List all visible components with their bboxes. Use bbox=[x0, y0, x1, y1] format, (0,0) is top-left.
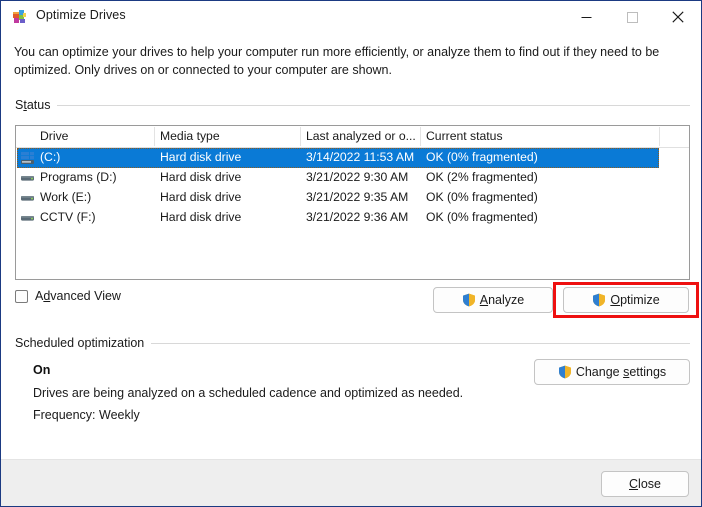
scheduled-state: On bbox=[33, 363, 51, 377]
cell-current-status: OK (0% fragmented) bbox=[426, 210, 538, 224]
cell-drive: (C:) bbox=[40, 150, 61, 164]
drives-list[interactable]: Drive Media type Last analyzed or o... C… bbox=[15, 125, 690, 280]
shield-icon bbox=[558, 365, 572, 379]
hard-disk-icon bbox=[20, 191, 36, 205]
change-settings-label: Change settings bbox=[575, 365, 667, 379]
status-group-label: Status bbox=[15, 98, 58, 112]
column-header-media-type[interactable]: Media type bbox=[160, 129, 220, 143]
window-title: Optimize Drives bbox=[36, 8, 126, 22]
minimize-icon bbox=[581, 12, 592, 23]
optimize-drives-icon bbox=[12, 9, 29, 26]
title-bar: Optimize Drives bbox=[1, 1, 701, 33]
table-row[interactable]: Programs (D:) Hard disk drive 3/21/2022 … bbox=[16, 168, 689, 188]
close-button[interactable]: Close bbox=[601, 471, 689, 497]
cell-current-status: OK (2% fragmented) bbox=[426, 170, 538, 184]
table-row[interactable]: (C:) Hard disk drive 3/14/2022 11:53 AM … bbox=[16, 148, 689, 168]
change-settings-button[interactable]: Change settings bbox=[534, 359, 690, 385]
cell-drive: Work (E:) bbox=[40, 190, 92, 204]
column-header-current-status[interactable]: Current status bbox=[426, 129, 503, 143]
cell-media-type: Hard disk drive bbox=[160, 150, 242, 164]
close-button-label: Close bbox=[629, 477, 661, 491]
cell-last-analyzed: 3/14/2022 11:53 AM bbox=[306, 150, 415, 164]
scheduled-frequency: Frequency: Weekly bbox=[33, 408, 140, 422]
advanced-view-checkbox[interactable]: Advanced View bbox=[15, 289, 121, 303]
status-group-divider bbox=[15, 105, 690, 106]
table-row[interactable]: Work (E:) Hard disk drive 3/21/2022 9:35… bbox=[16, 188, 689, 208]
close-window-button[interactable] bbox=[655, 1, 701, 33]
cell-media-type: Hard disk drive bbox=[160, 170, 242, 184]
close-icon bbox=[672, 11, 684, 23]
analyze-button-label: Analyze bbox=[479, 293, 525, 307]
system-drive-icon bbox=[20, 151, 36, 165]
cell-last-analyzed: 3/21/2022 9:35 AM bbox=[306, 190, 409, 204]
scheduled-group-label: Scheduled optimization bbox=[15, 336, 152, 350]
column-header-last-analyzed[interactable]: Last analyzed or o... bbox=[306, 129, 416, 143]
optimize-drives-window: Optimize Drives You can optimize your dr… bbox=[0, 0, 702, 507]
table-row[interactable]: CCTV (F:) Hard disk drive 3/21/2022 9:36… bbox=[16, 208, 689, 228]
hard-disk-icon bbox=[20, 211, 36, 225]
advanced-view-label: Advanced View bbox=[35, 289, 121, 303]
minimize-button[interactable] bbox=[563, 1, 609, 33]
cell-last-analyzed: 3/21/2022 9:30 AM bbox=[306, 170, 409, 184]
dialog-footer bbox=[1, 459, 701, 506]
cell-current-status: OK (0% fragmented) bbox=[426, 190, 538, 204]
optimize-button[interactable]: Optimize bbox=[563, 287, 689, 313]
cell-media-type: Hard disk drive bbox=[160, 190, 242, 204]
cell-media-type: Hard disk drive bbox=[160, 210, 242, 224]
maximize-button[interactable] bbox=[609, 1, 655, 33]
intro-text: You can optimize your drives to help you… bbox=[14, 45, 660, 77]
optimize-button-label: Optimize bbox=[610, 293, 660, 307]
shield-icon bbox=[592, 293, 606, 307]
scheduled-description: Drives are being analyzed on a scheduled… bbox=[33, 386, 464, 400]
checkbox-box[interactable] bbox=[15, 289, 28, 303]
cell-drive: Programs (D:) bbox=[40, 170, 117, 184]
cell-last-analyzed: 3/21/2022 9:36 AM bbox=[306, 210, 409, 224]
hard-disk-icon bbox=[20, 171, 36, 185]
cell-drive: CCTV (F:) bbox=[40, 210, 96, 224]
shield-icon bbox=[462, 293, 476, 307]
analyze-button[interactable]: Analyze bbox=[433, 287, 553, 313]
column-header-drive[interactable]: Drive bbox=[40, 129, 68, 143]
drives-list-header: Drive Media type Last analyzed or o... C… bbox=[16, 126, 689, 148]
cell-current-status: OK (0% fragmented) bbox=[426, 150, 538, 164]
maximize-icon bbox=[626, 11, 638, 23]
